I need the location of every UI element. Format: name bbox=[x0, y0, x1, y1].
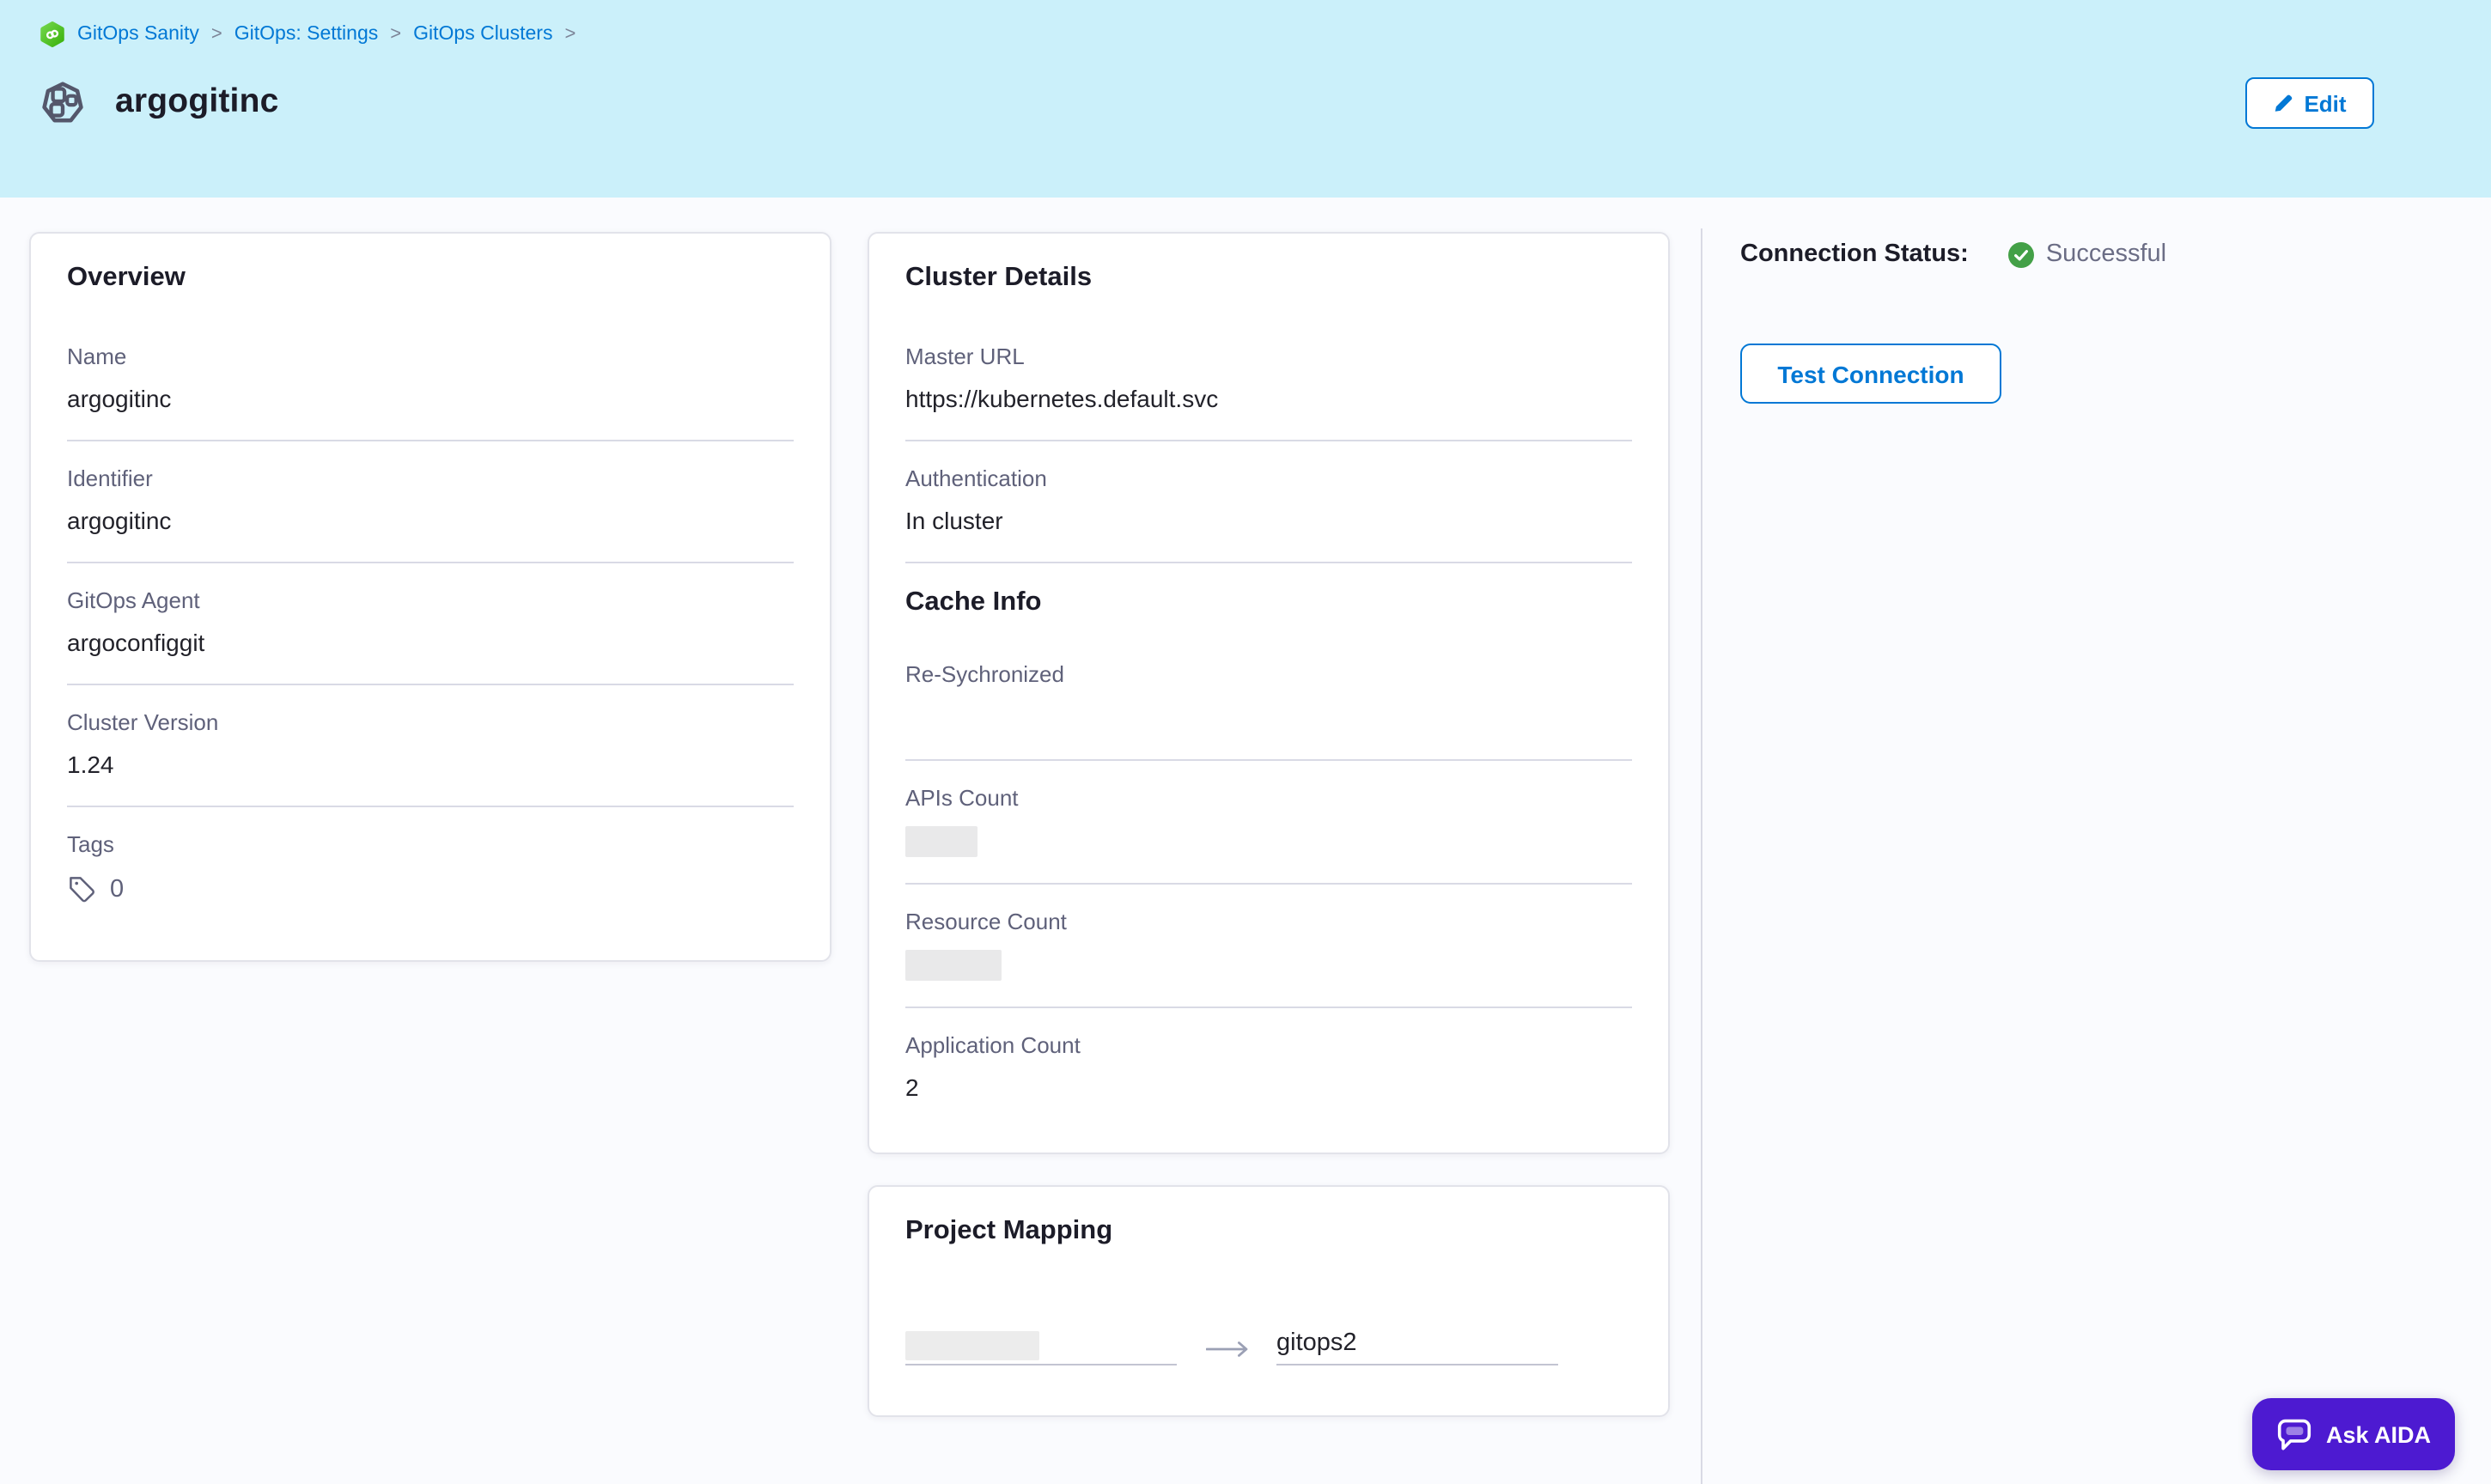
breadcrumb-separator: > bbox=[211, 21, 222, 48]
check-circle-icon bbox=[2008, 241, 2034, 267]
field-label: Cluster Version bbox=[67, 709, 794, 735]
field-label: Resource Count bbox=[905, 909, 1632, 934]
redacted-value bbox=[905, 1331, 1039, 1360]
gitops-logo-icon bbox=[40, 21, 65, 48]
breadcrumb-separator: > bbox=[564, 21, 576, 48]
field-gitops-agent: GitOps Agent argoconfiggit bbox=[67, 587, 794, 658]
redacted-value bbox=[905, 826, 978, 857]
test-connection-button[interactable]: Test Connection bbox=[1740, 344, 2001, 404]
ask-aida-label: Ask AIDA bbox=[2326, 1421, 2431, 1447]
field-resource-count: Resource Count bbox=[905, 909, 1632, 981]
edit-button-label: Edit bbox=[2304, 90, 2346, 116]
field-value: 1.24 bbox=[67, 751, 794, 780]
project-mapping-row: gitops2 bbox=[905, 1328, 1632, 1365]
breadcrumb-link-gitops-sanity[interactable]: GitOps Sanity bbox=[77, 21, 199, 48]
tag-icon bbox=[67, 874, 96, 903]
cluster-icon bbox=[40, 79, 86, 125]
divider bbox=[67, 684, 794, 685]
divider bbox=[67, 562, 794, 563]
field-value: In cluster bbox=[905, 507, 1632, 536]
field-label: Application Count bbox=[905, 1032, 1632, 1058]
field-name: Name argogitinc bbox=[67, 344, 794, 414]
mapping-source-field bbox=[905, 1328, 1177, 1365]
project-mapping-card: Project Mapping gitops2 bbox=[868, 1185, 1670, 1417]
field-authentication: Authentication In cluster bbox=[905, 465, 1632, 536]
overview-card: Overview Name argogitinc Identifier argo… bbox=[29, 232, 831, 962]
field-apis-count: APIs Count bbox=[905, 785, 1632, 857]
connection-status-row: Connection Status: Successful bbox=[1740, 240, 2474, 268]
connection-status-label: Connection Status: bbox=[1740, 240, 1969, 268]
field-value: 2 bbox=[905, 1073, 1632, 1103]
ask-aida-button[interactable]: Ask AIDA bbox=[2252, 1398, 2455, 1470]
mapping-target-field: gitops2 bbox=[1276, 1329, 1558, 1365]
page-header: GitOps Sanity > GitOps: Settings > GitOp… bbox=[0, 0, 2491, 198]
divider bbox=[905, 440, 1632, 441]
field-label: APIs Count bbox=[905, 785, 1632, 811]
field-application-count: Application Count 2 bbox=[905, 1032, 1632, 1103]
field-cluster-version: Cluster Version 1.24 bbox=[67, 709, 794, 780]
divider bbox=[905, 1007, 1632, 1008]
title-row: argogitinc bbox=[40, 79, 2388, 125]
field-label: Identifier bbox=[67, 465, 794, 491]
field-label: Re-Sychronized bbox=[905, 661, 1632, 687]
field-identifier: Identifier argogitinc bbox=[67, 465, 794, 536]
page-title: argogitinc bbox=[115, 82, 279, 122]
cluster-details-card: Cluster Details Master URL https://kuber… bbox=[868, 232, 1670, 1154]
divider bbox=[67, 440, 794, 441]
connection-status-badge: Successful bbox=[2008, 240, 2166, 268]
field-label: Master URL bbox=[905, 344, 1632, 369]
field-label: Name bbox=[67, 344, 794, 369]
tags-count: 0 bbox=[110, 875, 124, 903]
field-value: https://kubernetes.default.svc bbox=[905, 385, 1632, 414]
field-value: argogitinc bbox=[67, 507, 794, 536]
project-mapping-title: Project Mapping bbox=[905, 1216, 1632, 1247]
empty-value bbox=[905, 687, 1632, 733]
cache-info-title: Cache Info bbox=[905, 587, 1632, 618]
cluster-details-title: Cluster Details bbox=[905, 263, 1632, 294]
arrow-right-icon bbox=[1206, 1340, 1251, 1359]
field-label: GitOps Agent bbox=[67, 587, 794, 613]
field-label: Tags bbox=[67, 831, 794, 857]
field-value: argogitinc bbox=[67, 385, 794, 414]
redacted-value bbox=[905, 950, 1002, 981]
breadcrumb-link-gitops-settings[interactable]: GitOps: Settings bbox=[234, 21, 378, 48]
field-value: argoconfiggit bbox=[67, 629, 794, 658]
breadcrumb-link-gitops-clusters[interactable]: GitOps Clusters bbox=[413, 21, 552, 48]
divider bbox=[905, 759, 1632, 761]
field-resynchronized: Re-Sychronized bbox=[905, 661, 1632, 733]
divider bbox=[905, 562, 1632, 563]
pencil-icon bbox=[2273, 93, 2293, 113]
breadcrumb-separator: > bbox=[390, 21, 401, 48]
overview-title: Overview bbox=[67, 263, 794, 294]
vertical-divider bbox=[1701, 228, 1702, 1484]
connection-status-text: Successful bbox=[2046, 240, 2166, 268]
field-master-url: Master URL https://kubernetes.default.sv… bbox=[905, 344, 1632, 414]
field-tags: Tags 0 bbox=[67, 831, 794, 903]
field-label: Authentication bbox=[905, 465, 1632, 491]
breadcrumb: GitOps Sanity > GitOps: Settings > GitOp… bbox=[40, 21, 576, 48]
gitops-cluster-detail-page: GitOps Sanity > GitOps: Settings > GitOp… bbox=[0, 0, 2491, 1484]
divider bbox=[67, 806, 794, 807]
chat-bubble-icon bbox=[2276, 1418, 2312, 1451]
divider bbox=[905, 883, 1632, 885]
edit-button[interactable]: Edit bbox=[2245, 77, 2374, 129]
